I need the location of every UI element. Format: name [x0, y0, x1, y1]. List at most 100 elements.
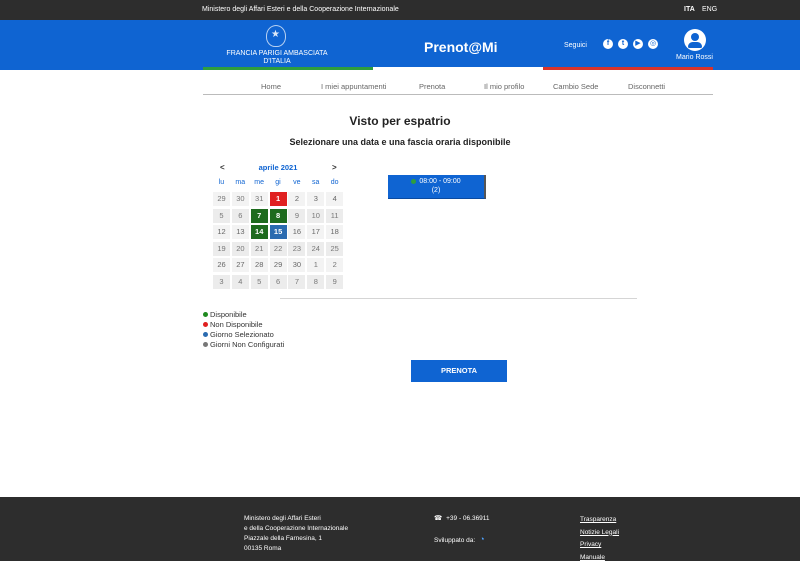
- footer-link-transparency[interactable]: Trasparenza: [580, 514, 619, 527]
- calendar-day-unavail: 1: [270, 192, 287, 206]
- weekday-label: ve: [287, 179, 306, 186]
- calendar-day-unconf: 5: [213, 209, 230, 223]
- weekday-label: lu: [212, 179, 231, 186]
- calendar-day-none: 27: [232, 258, 249, 272]
- nav-my-profile[interactable]: Il mio profilo: [484, 82, 524, 91]
- instagram-icon[interactable]: ◎: [648, 39, 658, 49]
- weekday-label: gi: [269, 179, 288, 186]
- page-subtitle: Selezionare una data e una fascia oraria…: [0, 137, 800, 147]
- date-picker-calendar: < aprile 2021 > lumamegivesado 293031123…: [212, 160, 344, 292]
- footer-link-legal[interactable]: Notizie Legali: [580, 527, 619, 540]
- calendar-day-unconf: 9: [326, 275, 343, 289]
- calendar-day-unconf: 23: [288, 242, 305, 256]
- footer-link-privacy[interactable]: Privacy: [580, 539, 619, 552]
- nav-logout[interactable]: Disconnetti: [628, 82, 665, 91]
- calendar-day-other: 31: [251, 192, 268, 206]
- calendar-day-none: 30: [288, 258, 305, 272]
- weekday-header: lumamegivesado: [212, 176, 344, 192]
- calendar-day-unconf: 19: [213, 242, 230, 256]
- legend-dot-icon: [203, 342, 208, 347]
- next-month-button[interactable]: >: [332, 163, 337, 172]
- available-dot-icon: [411, 179, 416, 184]
- calendar-header: < aprile 2021 >: [212, 160, 344, 176]
- calendar-day-none: 2: [288, 192, 305, 206]
- legend-label: Non Disponibile: [210, 320, 263, 329]
- calendar-day-unconf: 20: [232, 242, 249, 256]
- calendar-day-avail[interactable]: 7: [251, 209, 268, 223]
- calendar-day-none: 16: [288, 225, 305, 239]
- weekday-label: sa: [306, 179, 325, 186]
- calendar-grid: 2930311234567891011121314151617181920212…: [212, 192, 344, 292]
- calendar-day-unconf: 4: [232, 275, 249, 289]
- legend-dot-icon: [203, 332, 208, 337]
- time-slot-range: 08:00 - 09:00: [419, 178, 460, 185]
- divider: [280, 298, 637, 299]
- follow-label: Seguici: [564, 42, 587, 49]
- calendar-day-unconf: 6: [232, 209, 249, 223]
- calendar-day-none: 28: [251, 258, 268, 272]
- nav-prenota[interactable]: Prenota: [419, 82, 445, 91]
- calendar-day-none: 4: [326, 192, 343, 206]
- developer-logo-icon[interactable]: ◔: [479, 534, 484, 544]
- calendar-day-selected[interactable]: 15: [270, 225, 287, 239]
- header: FRANCIA PARIGI AMBASCIATA D'ITALIA Preno…: [0, 20, 800, 70]
- language-ita-link[interactable]: ITA: [684, 6, 695, 13]
- calendar-month-label[interactable]: aprile 2021: [212, 163, 344, 172]
- legend-dot-icon: [203, 312, 208, 317]
- ministry-name: Ministero degli Affari Esteri e della Co…: [202, 6, 399, 13]
- calendar-day-other: 30: [232, 192, 249, 206]
- developed-by: Sviluppato da:◔: [434, 534, 485, 544]
- republic-emblem-icon: [266, 25, 286, 47]
- footer-link-manual[interactable]: Manuale: [580, 552, 619, 564]
- calendar-day-other: 2: [326, 258, 343, 272]
- username[interactable]: Mario Rossi: [676, 54, 713, 61]
- nav-change-office[interactable]: Cambio Sede: [553, 82, 598, 91]
- calendar-day-avail[interactable]: 8: [270, 209, 287, 223]
- top-bar: Ministero degli Affari Esteri e della Co…: [0, 0, 800, 20]
- phone-icon: ☎: [434, 514, 442, 522]
- calendar-day-none: 29: [270, 258, 287, 272]
- user-avatar-icon[interactable]: [684, 29, 706, 51]
- calendar-day-none: 12: [213, 225, 230, 239]
- time-slot-button[interactable]: 08:00 - 09:00 (2): [388, 175, 486, 199]
- calendar-day-unconf: 11: [326, 209, 343, 223]
- calendar-day-unconf: 9: [288, 209, 305, 223]
- calendar-day-none: 3: [307, 192, 324, 206]
- language-eng-link[interactable]: ENG: [702, 6, 717, 13]
- calendar-day-other: 29: [213, 192, 230, 206]
- calendar-day-other: 1: [307, 258, 324, 272]
- twitter-icon[interactable]: t: [618, 39, 628, 49]
- nav-my-appointments[interactable]: I miei appuntamenti: [321, 82, 386, 91]
- footer: Ministero degli Affari Esteri e della Co…: [0, 497, 800, 561]
- calendar-day-unconf: 7: [288, 275, 305, 289]
- embassy-name: FRANCIA PARIGI AMBASCIATA D'ITALIA: [222, 50, 332, 66]
- calendar-day-unconf: 22: [270, 242, 287, 256]
- calendar-day-unconf: 6: [270, 275, 287, 289]
- calendar-day-none: 26: [213, 258, 230, 272]
- legend-label: Giorno Selezionato: [210, 330, 274, 339]
- main-nav: Home I miei appuntamenti Prenota Il mio …: [203, 76, 713, 95]
- facebook-icon[interactable]: f: [603, 39, 613, 49]
- youtube-icon[interactable]: ▶: [633, 39, 643, 49]
- footer-address: Ministero degli Affari Esteri e della Co…: [244, 514, 348, 554]
- calendar-day-unconf: 10: [307, 209, 324, 223]
- app-title[interactable]: Prenot@Mi: [424, 39, 498, 55]
- footer-phone: ☎+39 - 06.36911: [434, 514, 490, 522]
- flag-stripe-red: [543, 67, 713, 70]
- legend-label: Giorni Non Configurati: [210, 340, 284, 349]
- weekday-label: do: [325, 179, 344, 186]
- flag-stripe-green: [203, 67, 373, 70]
- calendar-day-unconf: 24: [307, 242, 324, 256]
- page-title: Visto per espatrio: [0, 114, 800, 128]
- legend-dot-icon: [203, 322, 208, 327]
- flag-stripe-white: [373, 67, 543, 70]
- time-slot-count: (2): [388, 187, 484, 194]
- nav-home[interactable]: Home: [261, 82, 281, 91]
- calendar-day-unconf: 25: [326, 242, 343, 256]
- footer-links: Trasparenza Notizie Legali Privacy Manua…: [580, 514, 619, 564]
- calendar-day-avail[interactable]: 14: [251, 225, 268, 239]
- calendar-day-unconf: 21: [251, 242, 268, 256]
- calendar-day-none: 18: [326, 225, 343, 239]
- legend-label: Disponibile: [210, 310, 247, 319]
- prenota-button[interactable]: PRENOTA: [411, 360, 507, 382]
